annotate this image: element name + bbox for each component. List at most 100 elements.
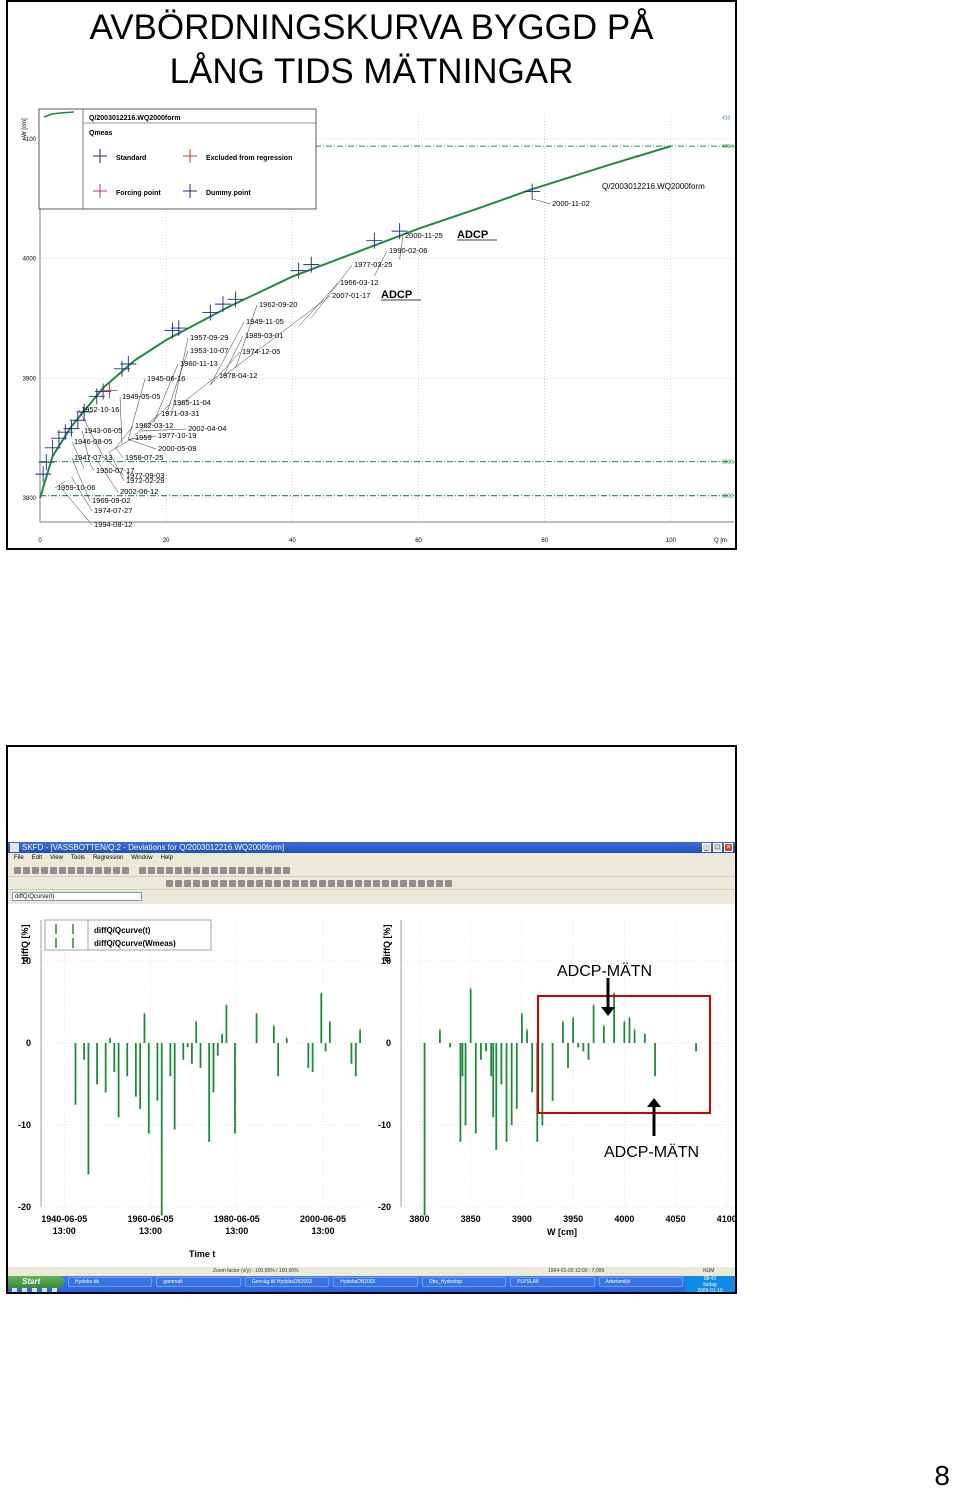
quicklaunch-icon[interactable] bbox=[32, 1288, 37, 1292]
toolbar-icon[interactable] bbox=[211, 867, 218, 874]
toolbar-icon[interactable] bbox=[319, 880, 326, 887]
toolbar-icon[interactable] bbox=[14, 867, 21, 874]
toolbar-icon[interactable] bbox=[166, 880, 173, 887]
toolbar-icon[interactable] bbox=[193, 867, 200, 874]
toolbar-icon[interactable] bbox=[184, 867, 191, 874]
minimize-icon[interactable]: _ bbox=[702, 843, 711, 852]
deviation-point: * bbox=[572, 1016, 575, 1023]
left-y-label: diffQ [%] bbox=[20, 925, 30, 963]
task-button[interactable]: gammalt bbox=[156, 1277, 241, 1287]
toolbar-icon[interactable] bbox=[41, 867, 48, 874]
menu-file[interactable]: File bbox=[14, 853, 24, 863]
point-date-label: 1974-12-05 bbox=[242, 347, 280, 356]
deviation-point: * bbox=[459, 1139, 462, 1146]
toolbar-icon[interactable] bbox=[265, 880, 272, 887]
plot-selector[interactable]: diffQ/Qcurve(t) bbox=[12, 892, 142, 901]
task-button[interactable]: Obs_Hydrologi bbox=[421, 1277, 507, 1287]
toolbar-icon[interactable] bbox=[292, 880, 299, 887]
quicklaunch-icon[interactable] bbox=[52, 1288, 57, 1292]
toolbar-icon[interactable] bbox=[391, 880, 398, 887]
toolbar-icon[interactable] bbox=[256, 880, 263, 887]
point-date-label: 1971-03-31 bbox=[161, 409, 199, 418]
toolbar-icon[interactable] bbox=[274, 880, 281, 887]
toolbar-icon[interactable] bbox=[95, 867, 102, 874]
quicklaunch-icon[interactable] bbox=[42, 1288, 47, 1292]
toolbar-icon[interactable] bbox=[274, 867, 281, 874]
deviation-point: * bbox=[255, 1012, 258, 1019]
task-button[interactable]: Genväg till HydobsDB2003 bbox=[244, 1277, 330, 1287]
toolbar-icon[interactable] bbox=[283, 867, 290, 874]
toolbar-icon[interactable] bbox=[32, 867, 39, 874]
task-button[interactable]: HydobsDB2003 bbox=[333, 1277, 418, 1287]
toolbar-icon[interactable] bbox=[229, 867, 236, 874]
toolbar-icon[interactable] bbox=[175, 880, 182, 887]
close-icon[interactable]: × bbox=[724, 843, 733, 852]
toolbar-icon[interactable] bbox=[247, 867, 254, 874]
menu-regression[interactable]: Regression bbox=[93, 853, 123, 863]
toolbar-icon[interactable] bbox=[427, 880, 434, 887]
toolbar-icon[interactable] bbox=[382, 880, 389, 887]
toolbar-icon[interactable] bbox=[113, 867, 120, 874]
toolbar-icon[interactable] bbox=[139, 867, 146, 874]
toolbar-icon[interactable] bbox=[175, 867, 182, 874]
menu-tools[interactable]: Tools bbox=[71, 853, 85, 863]
task-button[interactable]: Hydobs-db bbox=[68, 1277, 153, 1287]
task-button[interactable]: PLPSLAK bbox=[510, 1277, 595, 1287]
toolbar-icon[interactable] bbox=[184, 880, 191, 887]
toolbar-icon[interactable] bbox=[229, 880, 236, 887]
toolbar-icon[interactable] bbox=[148, 867, 155, 874]
right-edge-label: 3802 bbox=[722, 494, 733, 500]
menu-view[interactable]: View bbox=[50, 853, 63, 863]
toolbar-icon[interactable] bbox=[400, 880, 407, 887]
toolbar-icon[interactable] bbox=[157, 867, 164, 874]
toolbar-icon[interactable] bbox=[238, 880, 245, 887]
toolbar-icon[interactable] bbox=[193, 880, 200, 887]
toolbar-icon[interactable] bbox=[68, 867, 75, 874]
window-titlebar[interactable]: SKFD - [VASSBOTTEN/Q:2 - Deviations for … bbox=[8, 842, 735, 853]
toolbar-icon[interactable] bbox=[418, 880, 425, 887]
toolbar-icon[interactable] bbox=[364, 880, 371, 887]
toolbar-icon[interactable] bbox=[50, 867, 57, 874]
toolbar-icon[interactable] bbox=[346, 880, 353, 887]
toolbar-icon[interactable] bbox=[328, 880, 335, 887]
toolbar-icon[interactable] bbox=[77, 867, 84, 874]
maximize-icon[interactable]: □ bbox=[713, 843, 722, 852]
start-button[interactable]: Start bbox=[8, 1276, 64, 1288]
menu-window[interactable]: Window bbox=[131, 853, 152, 863]
toolbar-icon[interactable] bbox=[355, 880, 362, 887]
toolbar-icon[interactable] bbox=[301, 880, 308, 887]
toolbar-icon[interactable] bbox=[23, 867, 30, 874]
toolbar-icon[interactable] bbox=[409, 880, 416, 887]
toolbar-icon[interactable] bbox=[220, 880, 227, 887]
toolbar-icon[interactable] bbox=[166, 867, 173, 874]
status-bar: Zoom factor (x/y) : 100,00% / 100,00% 19… bbox=[8, 1267, 735, 1276]
toolbar-icon[interactable] bbox=[211, 880, 218, 887]
toolbar-icon[interactable] bbox=[247, 880, 254, 887]
task-button[interactable]: Arbetsmiljö bbox=[598, 1277, 683, 1287]
toolbar-icon[interactable] bbox=[122, 867, 129, 874]
toolbar-icon[interactable] bbox=[104, 867, 111, 874]
toolbar-icon[interactable] bbox=[59, 867, 66, 874]
deviation-point: * bbox=[495, 1148, 498, 1155]
deviation-point: * bbox=[567, 1066, 570, 1073]
toolbar-icon[interactable] bbox=[337, 880, 344, 887]
quicklaunch-icon[interactable] bbox=[22, 1288, 27, 1292]
toolbar-icon[interactable] bbox=[265, 867, 272, 874]
point-date-label: 1959 bbox=[135, 433, 152, 442]
toolbar-icon[interactable] bbox=[202, 867, 209, 874]
toolbar-icon[interactable] bbox=[220, 867, 227, 874]
menu-edit[interactable]: Edit bbox=[32, 853, 42, 863]
toolbar-icon[interactable] bbox=[310, 880, 317, 887]
x-tick-time: 13:00 bbox=[311, 1226, 334, 1236]
toolbar-icon[interactable] bbox=[86, 867, 93, 874]
deviation-point: * bbox=[212, 1090, 215, 1097]
toolbar-icon[interactable] bbox=[373, 880, 380, 887]
toolbar-icon[interactable] bbox=[436, 880, 443, 887]
toolbar-icon[interactable] bbox=[283, 880, 290, 887]
toolbar-icon[interactable] bbox=[256, 867, 263, 874]
menu-help[interactable]: Help bbox=[161, 853, 173, 863]
toolbar-icon[interactable] bbox=[238, 867, 245, 874]
toolbar-icon[interactable] bbox=[445, 880, 452, 887]
toolbar-icon[interactable] bbox=[202, 880, 209, 887]
quicklaunch-icon[interactable] bbox=[12, 1288, 17, 1292]
